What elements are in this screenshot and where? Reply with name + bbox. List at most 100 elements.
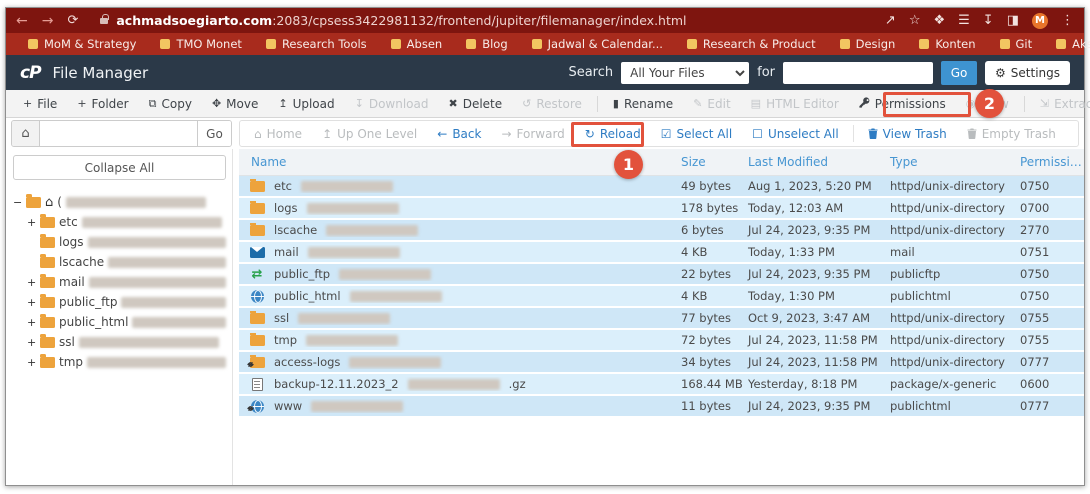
empty-trash-button[interactable]: Empty Trash [957, 121, 1066, 146]
bookmark-item-jadwal-calendar[interactable]: Jadwal & Calendar... [522, 37, 673, 51]
file-size: 178 bytes [681, 201, 739, 215]
tree-item-logs[interactable]: logs [13, 232, 226, 252]
redacted-text [349, 356, 442, 368]
table-row-public-ftp[interactable]: ⇄ public_ftp 22 bytes Jul 24, 2023, 9:35… [239, 264, 1084, 286]
table-row-www[interactable]: www 11 bytes Jul 24, 2023, 9:35 PM publi… [239, 396, 1084, 418]
file-size: 168.44 MB [681, 377, 743, 391]
bookmark-item-research-tools[interactable]: Research Tools [256, 37, 377, 51]
share-icon[interactable]: ↗ [885, 14, 896, 27]
rename-button[interactable]: ▮ Rename [604, 90, 682, 117]
collapse-all-button[interactable]: Collapse All [13, 155, 226, 180]
home-button[interactable]: ⌂ Home [244, 121, 312, 146]
file-button[interactable]: + File [14, 90, 66, 117]
column-header-type[interactable]: Type [888, 155, 1018, 169]
browser-menu-icon[interactable]: ⋮ [1061, 14, 1074, 27]
extract-button[interactable]: ⇲ Extract [1031, 90, 1090, 117]
settings-button[interactable]: ⚙ Settings [985, 60, 1070, 85]
folder-icon [40, 234, 55, 248]
column-header-permissions[interactable]: Permissions [1018, 155, 1084, 169]
file-type: mail [890, 245, 915, 259]
select-all-button[interactable]: ☑ Select All [651, 121, 742, 146]
table-row-ssl[interactable]: ssl 77 bytes Oct 9, 2023, 3:47 AM httpd/… [239, 308, 1084, 330]
permissions-button[interactable]: Permissions [850, 90, 955, 117]
tree-item-tmp[interactable]: + tmp [13, 352, 226, 372]
browser-back-icon[interactable]: ← [16, 13, 28, 29]
forward-button[interactable]: → Forward [491, 121, 574, 146]
table-row-logs[interactable]: logs 178 bytes Today, 12:03 AM httpd/uni… [239, 198, 1084, 220]
redacted-text [108, 256, 226, 268]
unselect-all-button[interactable]: ☐ Unselect All [742, 121, 849, 146]
downloads-icon[interactable]: ↧ [983, 14, 994, 27]
tree-item-public-ftp[interactable]: + public_ftp [13, 292, 226, 312]
bookmark-item-design[interactable]: Design [830, 37, 906, 51]
bookmark-item-konten[interactable]: Konten [909, 37, 985, 51]
folder-icon [249, 311, 265, 325]
browser-reload-icon[interactable]: ⟳ [67, 13, 78, 28]
rename-icon: ▮ [612, 97, 619, 110]
file-modified: Jul 24, 2023, 9:35 PM [748, 399, 871, 413]
table-row-backup-12-11-2023-2[interactable]: backup-12.11.2023_2 .gz 168.44 MB Yester… [239, 374, 1084, 396]
main-content: Collapse All − ⌂ ( + etc logs lscache + … [6, 149, 1084, 485]
address-bar[interactable]: achmadsoegiarto.com :2083/cpsess34229811… [100, 13, 873, 28]
move-button[interactable]: ✥ Move [203, 90, 267, 117]
column-header-size[interactable]: Size [679, 155, 746, 169]
html-editor-button[interactable]: ▤ HTML Editor [742, 90, 848, 117]
view-trash-button[interactable]: View Trash [858, 121, 957, 146]
path-input[interactable] [40, 121, 197, 146]
table-row-etc[interactable]: etc 49 bytes Aug 1, 2023, 5:20 PM httpd/… [239, 176, 1084, 198]
side-panel-icon[interactable]: ◨ [1007, 14, 1019, 27]
bookmark-star-icon[interactable]: ☆ [909, 14, 921, 27]
search-input[interactable] [783, 61, 934, 84]
tree-item-mail[interactable]: + mail [13, 272, 226, 292]
column-header-last-modified[interactable]: Last Modified [746, 155, 888, 169]
bookmark-item-research-product[interactable]: Research & Product [677, 37, 826, 51]
path-go-button[interactable]: Go [197, 121, 231, 146]
folder-icon [40, 214, 55, 228]
browser-list-icon[interactable]: ☰ [958, 14, 970, 27]
table-row-tmp[interactable]: tmp 72 bytes Jul 24, 2023, 11:58 PM http… [239, 330, 1084, 352]
edit-button[interactable]: ✎ Edit [684, 90, 739, 117]
up-one-level-button[interactable]: ↥ Up One Level [312, 121, 427, 146]
table-row-mail[interactable]: mail 4 KB Today, 1:33 PM mail 0751 [239, 242, 1084, 264]
table-row-access-logs[interactable]: access-logs 34 bytes Jul 24, 2023, 11:58… [239, 352, 1084, 374]
restore-button[interactable]: ↺ Restore [513, 90, 591, 117]
bookmark-item-absen[interactable]: Absen [381, 37, 453, 51]
back-button[interactable]: ← Back [427, 121, 491, 146]
extensions-icon[interactable]: ❖ [933, 14, 945, 27]
tree-expander-icon[interactable]: + [27, 316, 36, 329]
reload-button[interactable]: ↻ Reload [575, 121, 651, 146]
extract-icon: ⇲ [1039, 97, 1050, 110]
column-header-name[interactable]: Name [239, 155, 679, 169]
table-row-lscache[interactable]: lscache 6 bytes Jul 24, 2023, 9:35 PM ht… [239, 220, 1084, 242]
delete-button[interactable]: ✖ Delete [439, 90, 511, 117]
tree-expander-icon[interactable]: + [27, 336, 36, 349]
tree-item-root[interactable]: − ⌂ ( [13, 192, 226, 212]
file-name: tmp [274, 333, 298, 347]
tree-expander-icon[interactable]: + [27, 216, 36, 229]
tree-expander-icon[interactable]: + [27, 356, 36, 369]
search-scope-select[interactable]: All Your Files [621, 61, 750, 84]
tree-item-ssl[interactable]: + ssl [13, 332, 226, 352]
upload-button[interactable]: ↥ Upload [269, 90, 343, 117]
folder-button[interactable]: + Folder [68, 90, 137, 117]
tree-expander-icon[interactable]: + [27, 276, 36, 289]
file-permissions: 0600 [1020, 377, 1050, 391]
tree-item-public-html[interactable]: + public_html [13, 312, 226, 332]
bookmark-item-akses-khusus[interactable]: Akses khusus [1046, 37, 1090, 51]
table-row-public-html[interactable]: public_html 4 KB Today, 1:30 PM publicht… [239, 286, 1084, 308]
bookmark-item-git[interactable]: Git [990, 37, 1043, 51]
tree-item-lscache[interactable]: lscache [13, 252, 226, 272]
profile-avatar[interactable]: M [1032, 12, 1048, 29]
download-button[interactable]: ↧ Download [346, 90, 438, 117]
home-icon[interactable]: ⌂ [12, 121, 40, 146]
bookmark-item-mom-strategy[interactable]: MoM & Strategy [18, 37, 146, 51]
tree-expander-icon[interactable]: + [27, 296, 36, 309]
search-go-button[interactable]: Go [941, 60, 978, 85]
tree-expander-icon[interactable]: − [13, 196, 22, 209]
bookmark-item-blog[interactable]: Blog [456, 37, 517, 51]
browser-forward-icon[interactable]: → [42, 13, 54, 29]
file-type: httpd/unix-directory [890, 179, 1005, 193]
copy-button[interactable]: ⧉ Copy [140, 90, 201, 117]
bookmark-item-tmo-monet[interactable]: TMO Monet [150, 37, 252, 51]
tree-item-etc[interactable]: + etc [13, 212, 226, 232]
